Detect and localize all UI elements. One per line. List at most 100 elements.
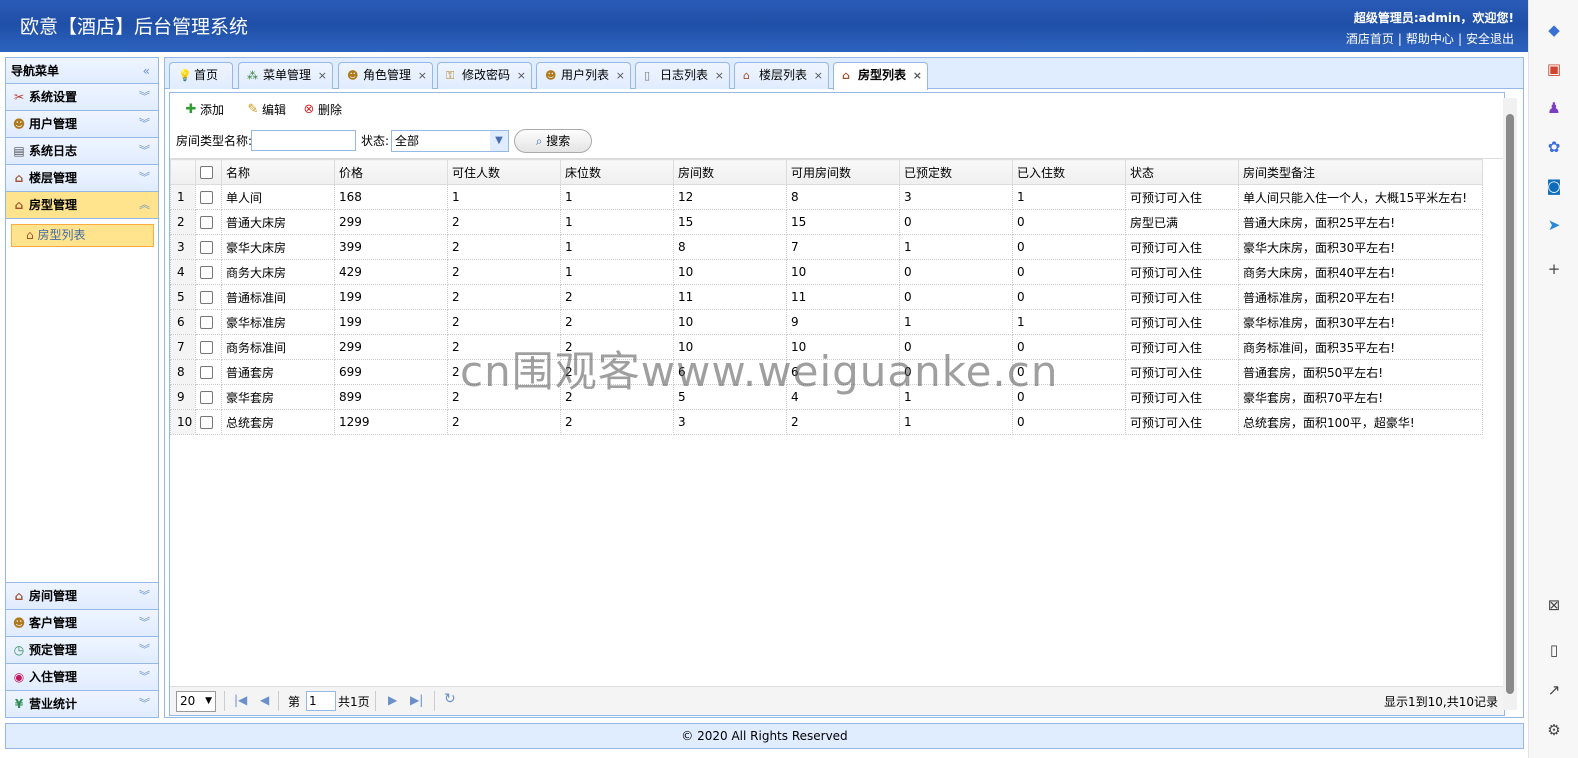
sidebar-item-customer-management[interactable]: ☻ 客户管理 ︾ (6, 609, 158, 636)
sidebar-item-user-management[interactable]: ☻ 用户管理 ︾ (6, 111, 158, 138)
sidebar-subitem-room-type-list[interactable]: ⌂ 房型列表 (11, 224, 154, 247)
column-header[interactable]: 床位数 (560, 159, 674, 185)
vertical-scrollbar[interactable] (1503, 98, 1517, 710)
add-button[interactable]: ✚ 添加 (182, 101, 224, 119)
column-header[interactable]: 状态 (1125, 159, 1239, 185)
sidebar-item-business-stats[interactable]: ¥ 营业统计 ︾ (6, 690, 158, 717)
sidebar-item-room-management[interactable]: ⌂ 房间管理 ︾ (6, 582, 158, 609)
row-checkbox-cell[interactable] (195, 309, 222, 335)
table-row[interactable]: 10 总统套房 1299 2 2 3 2 1 0 可预订可入住 总统套房，面积100平，超豪华! (170, 409, 1483, 435)
settings-icon[interactable]: ⚙ (1544, 720, 1564, 740)
table-row[interactable]: 7 商务标准间 299 2 2 10 10 0 0 可预订可入住 商务标准间，面积35平左右! (170, 334, 1483, 360)
table-row[interactable]: 3 豪华大床房 399 2 1 8 7 1 0 可预订可入住 豪华大床房，面积30平左右! (170, 234, 1483, 260)
row-checkbox[interactable] (200, 416, 213, 429)
row-checkbox[interactable] (200, 391, 213, 404)
table-row[interactable]: 4 商务大床房 429 2 1 10 10 0 0 可预订可入住 商务大床房，面积40平左右! (170, 259, 1483, 285)
row-checkbox[interactable] (200, 341, 213, 354)
prev-page-icon[interactable]: ◀ (260, 693, 269, 707)
column-header[interactable]: 名称 (221, 159, 335, 185)
add-icon[interactable]: + (1544, 259, 1564, 279)
screenshot-icon[interactable]: ⊠ (1544, 595, 1564, 615)
sidebar-item-floor-management[interactable]: ⌂ 楼层管理 ︾ (6, 165, 158, 192)
link-logout[interactable]: 安全退出 (1466, 32, 1514, 46)
sidebar-item-checkin-management[interactable]: ◉ 入住管理 ︾ (6, 663, 158, 690)
refresh-icon[interactable]: ↻ (444, 691, 456, 707)
tab-change-password[interactable]: ⚿ 修改密码 × (437, 62, 532, 89)
tag-icon[interactable]: ◆ (1544, 20, 1564, 40)
tab-floor-list[interactable]: ⌂ 楼层列表 × (734, 62, 829, 89)
tab-room-type-list[interactable]: ⌂ 房型列表 × (833, 62, 928, 90)
row-checkbox[interactable] (200, 266, 213, 279)
sidebar-item-reservation-management[interactable]: ◷ 预定管理 ︾ (6, 636, 158, 663)
close-icon[interactable]: × (418, 63, 427, 88)
column-header[interactable]: 已预定数 (899, 159, 1013, 185)
panel-icon[interactable]: ▯ (1544, 640, 1564, 660)
select-all-checkbox-cell[interactable] (195, 159, 222, 185)
table-row[interactable]: 9 豪华套房 899 2 2 5 4 1 0 可预订可入住 豪华套房，面积70平左右! (170, 384, 1483, 410)
last-page-icon[interactable]: ▶| (410, 693, 423, 707)
table-cell: 商务大床房，面积40平左右! (1238, 259, 1483, 285)
row-checkbox-cell[interactable] (195, 184, 222, 210)
row-checkbox-cell[interactable] (195, 259, 222, 285)
tab-home[interactable]: 💡 首页 (169, 62, 233, 89)
page-number-input[interactable]: 1 (306, 691, 336, 711)
column-header[interactable]: 房间类型备注 (1238, 159, 1483, 185)
close-icon[interactable]: × (913, 63, 922, 88)
table-row[interactable]: 5 普通标准间 199 2 2 11 11 0 0 可预订可入住 普通标准房，面积20平左右! (170, 284, 1483, 310)
link-help[interactable]: 帮助中心 (1406, 32, 1454, 46)
scrollbar-thumb[interactable] (1506, 114, 1514, 694)
collapse-left-icon[interactable]: « (143, 58, 150, 84)
table-cell: 房型已满 (1125, 209, 1239, 235)
tab-log-list[interactable]: ▯ 日志列表 × (635, 62, 730, 89)
sidebar-item-system-settings[interactable]: ✂ 系统设置 ︾ (6, 84, 158, 111)
first-page-icon[interactable]: |◀ (234, 693, 247, 707)
row-checkbox-cell[interactable] (195, 209, 222, 235)
table-row[interactable]: 2 普通大床房 299 2 1 15 15 0 0 房型已满 普通大床房，面积25平左右! (170, 209, 1483, 235)
row-checkbox[interactable] (200, 366, 213, 379)
next-page-icon[interactable]: ▶ (388, 693, 397, 707)
table-row[interactable]: 8 普通套房 699 2 2 6 6 0 0 可预订可入住 普通套房，面积50平左右! (170, 359, 1483, 385)
edit-button[interactable]: ✎ 编辑 (244, 101, 286, 119)
close-icon[interactable]: × (517, 63, 526, 88)
table-row[interactable]: 1 单人间 168 1 1 12 8 3 1 可预订可入住 单人间只能入住一个人，大概15平米左右! (170, 184, 1483, 210)
select-all-checkbox[interactable] (200, 166, 213, 179)
room-type-name-input[interactable] (251, 130, 356, 151)
row-checkbox-cell[interactable] (195, 284, 222, 310)
chess-icon[interactable]: ♟ (1544, 98, 1564, 118)
close-icon[interactable]: × (814, 63, 823, 88)
close-icon[interactable]: × (715, 63, 724, 88)
row-checkbox-cell[interactable] (195, 359, 222, 385)
column-header[interactable]: 已入住数 (1012, 159, 1126, 185)
toolbox-icon[interactable]: ▣ (1544, 59, 1564, 79)
row-checkbox[interactable] (200, 216, 213, 229)
link-hotel-home[interactable]: 酒店首页 (1346, 32, 1394, 46)
delete-button[interactable]: ⊗ 删除 (300, 101, 342, 119)
row-checkbox[interactable] (200, 191, 213, 204)
row-checkbox[interactable] (200, 241, 213, 254)
tab-user-list[interactable]: ☻ 用户列表 × (536, 62, 631, 89)
row-checkbox-cell[interactable] (195, 334, 222, 360)
sidebar-item-room-type-management[interactable]: ⌂ 房型管理 ︽ (6, 192, 158, 219)
copilot-icon[interactable]: ✿ (1544, 137, 1564, 157)
search-button[interactable]: ⌕ 搜索 (514, 129, 592, 153)
row-checkbox-cell[interactable] (195, 409, 222, 435)
sidebar-item-system-log[interactable]: ▤ 系统日志 ︾ (6, 138, 158, 165)
tab-menu-management[interactable]: ⁂ 菜单管理 × (238, 62, 333, 89)
column-header[interactable]: 可住人数 (447, 159, 561, 185)
outlook-icon[interactable]: ◙ (1544, 176, 1564, 196)
row-checkbox[interactable] (200, 316, 213, 329)
status-select[interactable]: 全部 ▼ (391, 130, 509, 152)
page-size-select[interactable]: 20 ▼ (176, 691, 216, 712)
send-icon[interactable]: ➤ (1544, 215, 1564, 235)
row-checkbox-cell[interactable] (195, 384, 222, 410)
column-header[interactable]: 房间数 (673, 159, 787, 185)
close-icon[interactable]: × (616, 63, 625, 88)
external-link-icon[interactable]: ↗ (1544, 680, 1564, 700)
close-icon[interactable]: × (318, 63, 327, 88)
row-checkbox-cell[interactable] (195, 234, 222, 260)
table-row[interactable]: 6 豪华标准房 199 2 2 10 9 1 1 可预订可入住 豪华标准房，面积30平左右! (170, 309, 1483, 335)
column-header[interactable]: 价格 (334, 159, 448, 185)
tab-role-management[interactable]: ☻ 角色管理 × (338, 62, 433, 89)
row-checkbox[interactable] (200, 291, 213, 304)
column-header[interactable]: 可用房间数 (786, 159, 900, 185)
